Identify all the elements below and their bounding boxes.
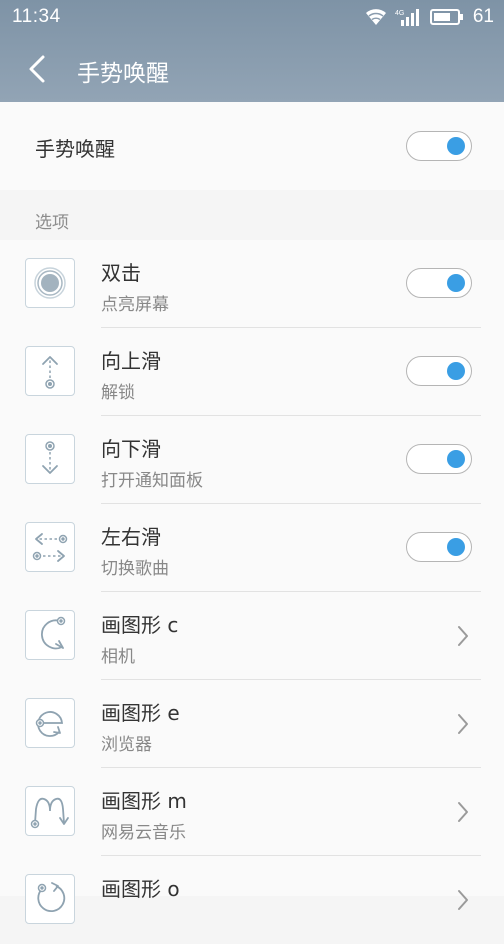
draw-m-icon [25,786,75,836]
toggle-knob [447,137,465,155]
gesture-row-swipe-left-right[interactable]: 左右滑 切换歌曲 [0,504,504,592]
row-subtitle: 浏览器 [101,735,152,755]
gesture-row-draw-e[interactable]: 画图形 e 浏览器 [0,680,504,768]
row-title: 左右滑 [101,525,161,549]
row-subtitle: 打开通知面板 [101,471,203,491]
gesture-row-swipe-up[interactable]: 向上滑 解锁 [0,328,504,416]
double-tap-icon [25,258,75,308]
chevron-right-icon[interactable] [456,624,470,648]
gesture-row-double-tap[interactable]: 双击 点亮屏幕 [0,240,504,328]
row-title: 向上滑 [101,349,161,373]
toggle-knob [447,362,465,380]
row-title: 画图形 o [101,877,180,901]
draw-c-icon [25,610,75,660]
status-time: 11:34 [12,6,61,27]
swipe-up-toggle[interactable] [406,356,472,386]
draw-e-icon [25,698,75,748]
network-type-label: 4G [395,10,404,17]
page-title: 手势唤醒 [77,61,169,87]
gesture-row-swipe-down[interactable]: 向下滑 打开通知面板 [0,416,504,504]
wifi-icon [365,9,386,25]
gesture-list: 双击 点亮屏幕 向上滑 解锁 向下滑 打开通知面板 左右滑 切换歌曲 画图形 c… [0,240,504,924]
double-tap-toggle[interactable] [406,268,472,298]
swipe-left-right-toggle[interactable] [406,532,472,562]
battery-level: 61 [472,6,494,27]
swipe-left-right-icon [25,522,75,572]
row-subtitle: 网易云音乐 [101,823,186,843]
chevron-right-icon[interactable] [456,712,470,736]
toggle-knob [447,538,465,556]
chevron-right-icon[interactable] [456,800,470,824]
back-arrow-icon[interactable] [24,54,50,84]
battery-icon [429,9,463,25]
swipe-up-icon [25,346,75,396]
row-subtitle: 相机 [101,647,135,667]
chevron-right-icon[interactable] [456,888,470,912]
status-icons: 4G 61 [364,6,494,28]
gesture-row-draw-c[interactable]: 画图形 c 相机 [0,592,504,680]
gesture-wakeup-label: 手势唤醒 [35,137,115,161]
gesture-row-draw-o[interactable]: 画图形 o [0,856,504,944]
status-bar: 11:34 4G 61 [0,0,504,36]
cellular-signal-icon: 4G [395,9,419,26]
row-subtitle: 切换歌曲 [101,559,169,579]
gesture-wakeup-master-row[interactable]: 手势唤醒 [0,102,504,190]
row-title: 画图形 m [101,789,187,813]
draw-o-icon [25,874,75,924]
app-header: 11:34 4G 61 手势唤醒 [0,0,504,102]
swipe-down-icon [25,434,75,484]
swipe-down-toggle[interactable] [406,444,472,474]
row-subtitle: 解锁 [101,383,135,403]
section-header-options: 选项 [35,213,69,233]
gesture-wakeup-toggle[interactable] [406,131,472,161]
row-title: 双击 [101,261,141,285]
toggle-knob [447,450,465,468]
toggle-knob [447,274,465,292]
row-title: 画图形 c [101,613,179,637]
row-title: 画图形 e [101,701,180,725]
gesture-row-draw-m[interactable]: 画图形 m 网易云音乐 [0,768,504,856]
row-subtitle: 点亮屏幕 [101,295,169,315]
row-title: 向下滑 [101,437,161,461]
title-bar: 手势唤醒 [0,36,504,102]
